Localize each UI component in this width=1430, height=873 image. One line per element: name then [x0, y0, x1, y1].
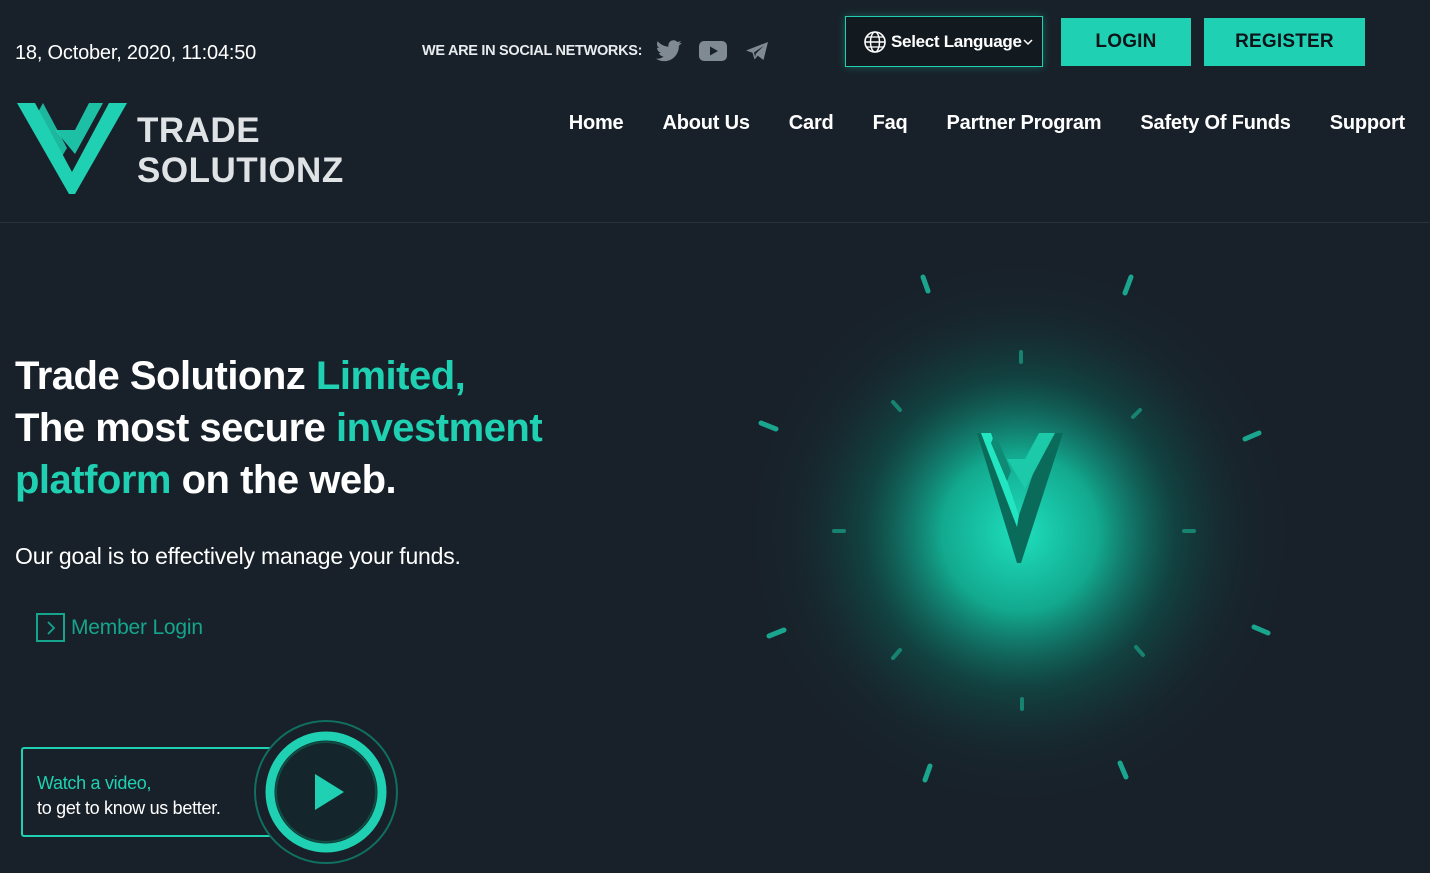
chevron-down-icon	[1023, 39, 1033, 46]
member-login-link[interactable]: Member Login	[36, 613, 203, 642]
nav-item-about-us[interactable]: About Us	[663, 112, 750, 135]
page: 18, October, 2020, 11:04:50 WE ARE IN SO…	[0, 0, 1430, 873]
glowing-logo-illustration	[740, 255, 1300, 813]
date-time: 18, October, 2020, 11:04:50	[15, 42, 257, 64]
member-login-label: Member Login	[71, 615, 203, 639]
header-divider	[0, 222, 1430, 223]
hero-subtitle: Our goal is to effectively manage your f…	[15, 543, 461, 569]
play-icon	[254, 720, 398, 864]
nav-item-card[interactable]: Card	[789, 112, 834, 135]
social-networks: WE ARE IN SOCIAL NETWORKS:	[422, 37, 786, 65]
nav-item-partner-program[interactable]: Partner Program	[947, 112, 1102, 135]
logo-mark-icon	[17, 103, 127, 194]
hero-title: Trade Solutionz Limited, The most secure…	[15, 350, 575, 506]
language-select-label: Select Language	[891, 31, 1022, 51]
hero-title-part-1: Trade Solutionz	[15, 354, 316, 398]
hero-title-accent-2: investment	[336, 406, 543, 450]
play-video-button[interactable]	[253, 719, 399, 865]
nav-item-support[interactable]: Support	[1330, 112, 1405, 135]
nav-item-faq[interactable]: Faq	[873, 112, 908, 135]
hero-title-accent-1: Limited,	[315, 354, 466, 398]
logo[interactable]: TRADE SOLUTIONZ	[17, 100, 362, 200]
logo-text: TRADE SOLUTIONZ	[137, 111, 344, 191]
logo-line-2: SOLUTIONZ	[137, 151, 344, 190]
twitter-icon[interactable]	[654, 37, 684, 65]
hero-title-part-3: on the web.	[171, 458, 397, 502]
globe-icon	[864, 30, 886, 53]
telegram-icon[interactable]	[742, 37, 772, 65]
social-label: WE ARE IN SOCIAL NETWORKS:	[422, 43, 643, 59]
nav-item-safety-of-funds[interactable]: Safety Of Funds	[1140, 112, 1291, 135]
login-button[interactable]: LOGIN	[1061, 18, 1191, 66]
chevron-right-icon	[36, 613, 65, 642]
register-button[interactable]: REGISTER	[1204, 18, 1365, 66]
hero-title-part-2: The most secure	[15, 406, 337, 450]
hero-title-accent-3: platform	[15, 458, 172, 502]
language-select[interactable]: Select Language	[845, 16, 1043, 67]
nav-item-home[interactable]: Home	[569, 112, 624, 135]
logo-line-1: TRADE	[137, 111, 261, 150]
youtube-icon[interactable]	[698, 37, 728, 65]
main-nav: Home About Us Card Faq Partner Program S…	[530, 112, 1405, 135]
